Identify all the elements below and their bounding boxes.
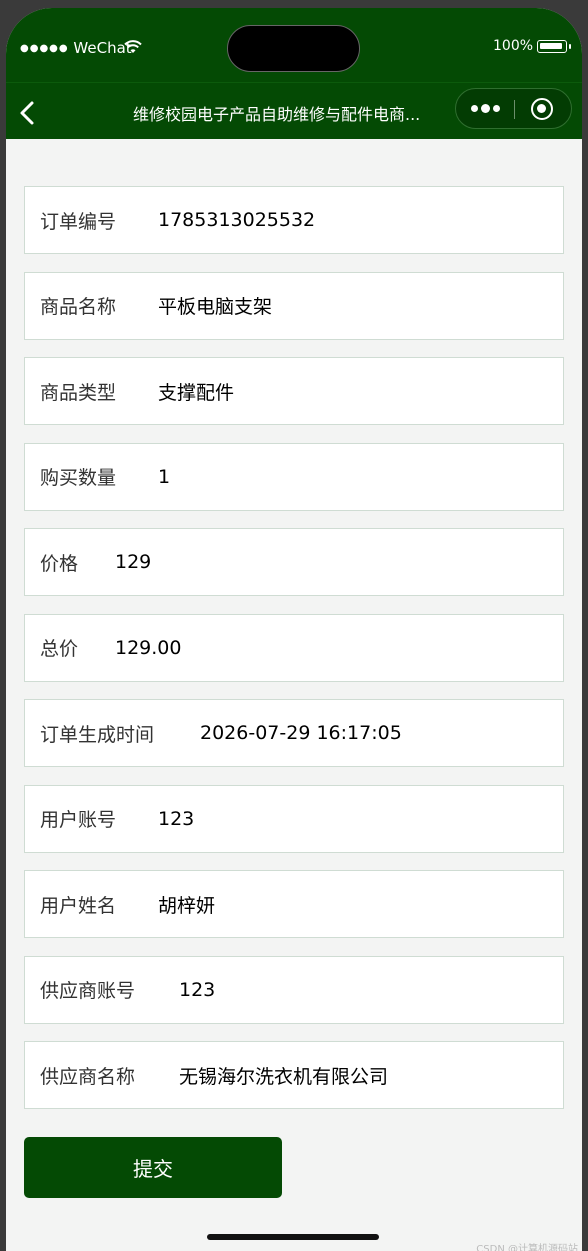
field-label: 购买数量 [40, 467, 117, 489]
signal-icon: ●●●●● [20, 43, 69, 54]
more-icon[interactable] [468, 89, 502, 128]
user-name-field[interactable]: 用户姓名 胡梓妍 [24, 870, 564, 938]
field-label: 订单编号 [40, 210, 117, 233]
carrier-name: WeChat [73, 39, 132, 57]
page-title: 维修校园电子产品自助维修与配件电商... [133, 105, 421, 124]
field-value: 无锡海尔洗衣机有限公司 [179, 1065, 389, 1088]
field-value: 123 [179, 978, 216, 1001]
back-arrow-icon[interactable] [16, 98, 40, 128]
order-time-field[interactable]: 订单生成时间 2026-07-29 16:17:05 [24, 699, 564, 767]
order-form: 订单编号 1785313025532 商品名称 平板电脑支架 商品类型 支撑配件… [24, 186, 564, 1127]
close-mini-program-icon[interactable] [531, 98, 553, 120]
home-indicator[interactable] [207, 1234, 379, 1240]
camera-notch [227, 25, 360, 72]
nav-divider [6, 82, 582, 83]
field-label: 订单生成时间 [40, 723, 155, 746]
total-price-field[interactable]: 总价 129.00 [24, 613, 564, 682]
field-value: 支撑配件 [158, 381, 235, 404]
field-value: 1785313025532 [158, 209, 316, 231]
field-label: 用户姓名 [40, 894, 117, 917]
field-value: 胡梓妍 [158, 894, 216, 917]
field-label: 商品名称 [40, 296, 117, 318]
field-value: 2026-07-29 16:17:05 [200, 722, 402, 744]
battery-percent: 100% [493, 38, 534, 54]
mini-program-capsule [455, 88, 572, 129]
field-label: 价格 [40, 552, 79, 575]
field-label: 供应商账号 [40, 980, 136, 1002]
user-account-field[interactable]: 用户账号 123 [24, 784, 564, 853]
quantity-field[interactable]: 购买数量 1 [24, 442, 564, 511]
field-value: 129.00 [115, 636, 182, 659]
field-label: 总价 [40, 638, 79, 660]
battery-icon [537, 40, 571, 53]
product-type-field[interactable]: 商品类型 支撑配件 [24, 357, 564, 425]
submit-button[interactable]: 提交 [24, 1137, 282, 1198]
capsule-divider [514, 100, 515, 119]
signal-indicator: ●●●●● WeChat [20, 39, 132, 57]
field-label: 用户账号 [40, 809, 117, 831]
watermark: CSDN @计算机源码站 [476, 1244, 578, 1251]
product-name-field[interactable]: 商品名称 平板电脑支架 [24, 271, 564, 340]
wifi-icon [124, 40, 142, 53]
app-header: ●●●●● WeChat 100% 维修校园电子产品自助维修与配件电商... [6, 8, 582, 139]
field-value: 1 [158, 465, 171, 488]
field-label: 商品类型 [40, 381, 117, 404]
status-bar: ●●●●● WeChat 100% [6, 8, 582, 83]
supplier-account-field[interactable]: 供应商账号 123 [24, 955, 564, 1024]
field-value: 129 [115, 551, 152, 573]
phone-screen: ●●●●● WeChat 100% 维修校园电子产品自助维修与配件电商... 订… [6, 8, 582, 1251]
supplier-name-field[interactable]: 供应商名称 无锡海尔洗衣机有限公司 [24, 1041, 564, 1109]
field-label: 供应商名称 [40, 1065, 136, 1088]
price-field[interactable]: 价格 129 [24, 528, 564, 596]
field-value: 平板电脑支架 [158, 296, 273, 318]
order-number-field[interactable]: 订单编号 1785313025532 [24, 186, 564, 254]
field-value: 123 [158, 807, 195, 830]
